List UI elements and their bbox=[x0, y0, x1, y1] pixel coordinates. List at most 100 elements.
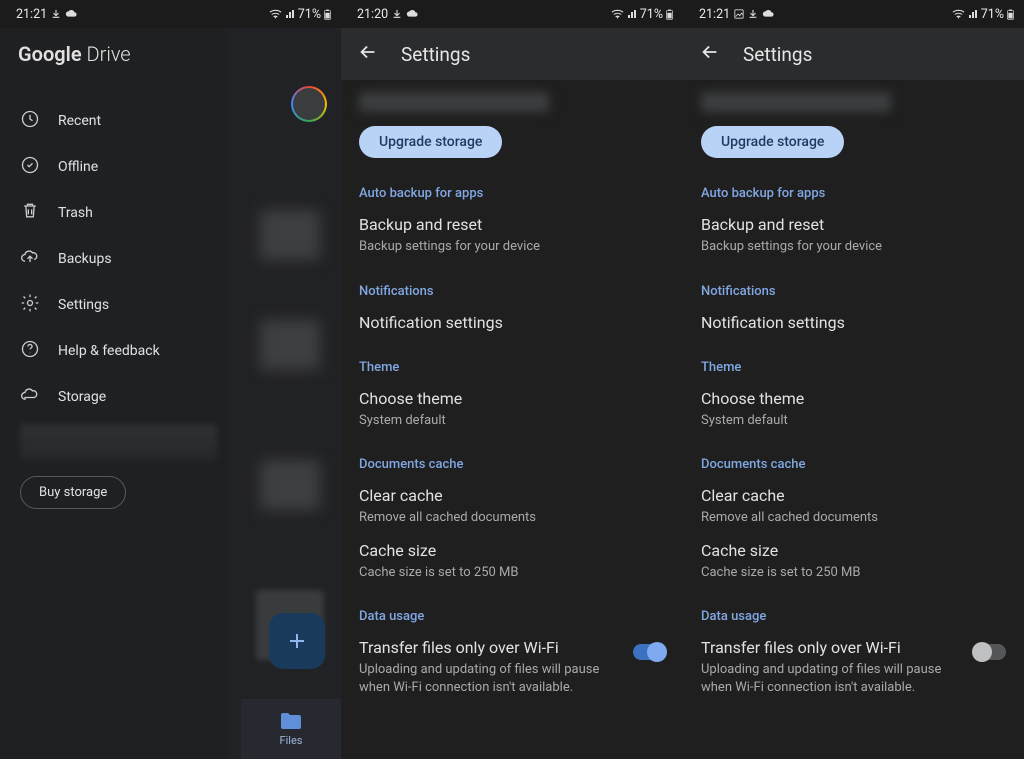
item-clear-cache[interactable]: Clear cache Remove all cached documents bbox=[701, 486, 1006, 527]
section-theme: Theme bbox=[701, 360, 1006, 375]
status-battery-pct: 71% bbox=[981, 7, 1004, 22]
item-subtitle: System default bbox=[359, 412, 665, 430]
status-bar: 21:21 71% bbox=[0, 0, 341, 28]
bottom-nav-files[interactable]: Files bbox=[241, 699, 341, 759]
cloud-icon bbox=[65, 9, 77, 19]
item-subtitle: Cache size is set to 250 MB bbox=[359, 564, 665, 582]
storage-usage-blurred bbox=[20, 424, 217, 460]
upgrade-storage-button[interactable]: Upgrade storage bbox=[701, 126, 844, 158]
drawer-item-help[interactable]: Help & feedback bbox=[0, 328, 229, 374]
app-title-thin: Drive bbox=[82, 42, 131, 66]
item-title: Notification settings bbox=[359, 313, 665, 332]
wifi-icon bbox=[611, 9, 624, 19]
upgrade-storage-label: Upgrade storage bbox=[379, 134, 482, 150]
help-icon bbox=[20, 339, 40, 363]
download-icon bbox=[748, 9, 758, 19]
fab-add-button[interactable] bbox=[269, 613, 325, 669]
drawer-item-offline[interactable]: Offline bbox=[0, 144, 229, 190]
drawer-item-settings[interactable]: Settings bbox=[0, 282, 229, 328]
top-app-bar: Settings bbox=[683, 28, 1024, 80]
item-subtitle: Backup settings for your device bbox=[701, 238, 1006, 256]
drawer-item-backups[interactable]: Backups bbox=[0, 236, 229, 282]
app-title-bold: Google bbox=[18, 42, 82, 66]
folder-thumbnail[interactable] bbox=[260, 460, 320, 510]
item-wifi-only[interactable]: Transfer files only over Wi-Fi Uploading… bbox=[359, 638, 665, 696]
download-icon bbox=[392, 9, 402, 19]
wifi-only-toggle[interactable] bbox=[974, 644, 1006, 660]
status-battery-pct: 71% bbox=[640, 7, 663, 22]
drawer-item-label: Offline bbox=[58, 159, 98, 175]
item-title: Clear cache bbox=[359, 486, 665, 505]
cloud-icon bbox=[20, 385, 40, 409]
drawer-item-recent[interactable]: Recent bbox=[0, 98, 229, 144]
item-wifi-only[interactable]: Transfer files only over Wi-Fi Uploading… bbox=[701, 638, 1006, 696]
item-notification-settings[interactable]: Notification settings bbox=[701, 313, 1006, 332]
drawer-pane: 21:21 71% bbox=[0, 0, 341, 759]
signal-icon bbox=[627, 9, 637, 19]
drawer-item-label: Trash bbox=[58, 205, 93, 221]
item-backup-reset[interactable]: Backup and reset Backup settings for you… bbox=[701, 215, 1006, 256]
item-subtitle: Remove all cached documents bbox=[701, 509, 1006, 527]
upgrade-storage-label: Upgrade storage bbox=[721, 134, 824, 150]
item-choose-theme[interactable]: Choose theme System default bbox=[359, 389, 665, 430]
download-icon bbox=[51, 9, 61, 19]
item-subtitle: Uploading and updating of files will pau… bbox=[359, 661, 623, 696]
folder-thumbnail[interactable] bbox=[260, 210, 320, 260]
item-title: Clear cache bbox=[701, 486, 1006, 505]
section-notifications: Notifications bbox=[701, 284, 1006, 299]
drawer-item-label: Recent bbox=[58, 113, 101, 129]
back-icon[interactable] bbox=[699, 41, 721, 67]
drawer-title: Google Drive bbox=[0, 28, 229, 84]
storage-summary-blurred bbox=[701, 92, 891, 112]
clock-icon bbox=[20, 109, 40, 133]
wifi-only-toggle[interactable] bbox=[633, 644, 665, 660]
avatar[interactable] bbox=[291, 86, 327, 122]
wifi-icon bbox=[269, 9, 282, 19]
trash-icon bbox=[20, 201, 40, 225]
top-app-bar: Settings bbox=[341, 28, 683, 80]
section-auto-backup: Auto backup for apps bbox=[701, 186, 1006, 201]
item-title: Transfer files only over Wi-Fi bbox=[701, 638, 964, 657]
battery-icon bbox=[1007, 9, 1014, 20]
battery-icon bbox=[324, 9, 331, 20]
bottom-nav-label: Files bbox=[280, 734, 303, 747]
item-backup-reset[interactable]: Backup and reset Backup settings for you… bbox=[359, 215, 665, 256]
item-title: Choose theme bbox=[701, 389, 1006, 408]
navigation-drawer: Google Drive Recent Offline Trash Backup… bbox=[0, 28, 230, 759]
section-notifications: Notifications bbox=[359, 284, 665, 299]
status-bar: 21:20 71% bbox=[341, 0, 683, 28]
item-subtitle: System default bbox=[701, 412, 1006, 430]
drawer-item-storage[interactable]: Storage bbox=[0, 374, 229, 420]
battery-icon bbox=[666, 9, 673, 20]
item-notification-settings[interactable]: Notification settings bbox=[359, 313, 665, 332]
upgrade-storage-button[interactable]: Upgrade storage bbox=[359, 126, 502, 158]
item-title: Notification settings bbox=[701, 313, 1006, 332]
folder-thumbnail[interactable] bbox=[260, 320, 320, 370]
drawer-item-label: Help & feedback bbox=[58, 343, 160, 359]
settings-content: Upgrade storage Auto backup for apps Bac… bbox=[683, 92, 1024, 696]
item-cache-size[interactable]: Cache size Cache size is set to 250 MB bbox=[701, 541, 1006, 582]
item-choose-theme[interactable]: Choose theme System default bbox=[701, 389, 1006, 430]
drawer-item-label: Backups bbox=[58, 251, 112, 267]
section-auto-backup: Auto backup for apps bbox=[359, 186, 665, 201]
drawer-item-trash[interactable]: Trash bbox=[0, 190, 229, 236]
wifi-icon bbox=[952, 9, 965, 19]
settings-pane-toggle-on: 21:20 71% Settings Upgrade storage Auto … bbox=[341, 0, 683, 759]
signal-icon bbox=[285, 9, 295, 19]
item-title: Choose theme bbox=[359, 389, 665, 408]
buy-storage-button[interactable]: Buy storage bbox=[20, 476, 126, 509]
drawer-item-label: Storage bbox=[58, 389, 106, 405]
offline-icon bbox=[20, 155, 40, 179]
gear-icon bbox=[20, 293, 40, 317]
back-icon[interactable] bbox=[357, 41, 379, 67]
settings-content: Upgrade storage Auto backup for apps Bac… bbox=[341, 92, 683, 696]
settings-pane-toggle-off: 21:21 71% Settings Upgrade storage Auto … bbox=[683, 0, 1024, 759]
section-theme: Theme bbox=[359, 360, 665, 375]
item-cache-size[interactable]: Cache size Cache size is set to 250 MB bbox=[359, 541, 665, 582]
item-clear-cache[interactable]: Clear cache Remove all cached documents bbox=[359, 486, 665, 527]
buy-storage-label: Buy storage bbox=[39, 485, 107, 500]
cloud-icon bbox=[762, 9, 774, 19]
item-subtitle: Cache size is set to 250 MB bbox=[701, 564, 1006, 582]
image-icon bbox=[734, 9, 744, 19]
drawer-item-label: Settings bbox=[58, 297, 109, 313]
